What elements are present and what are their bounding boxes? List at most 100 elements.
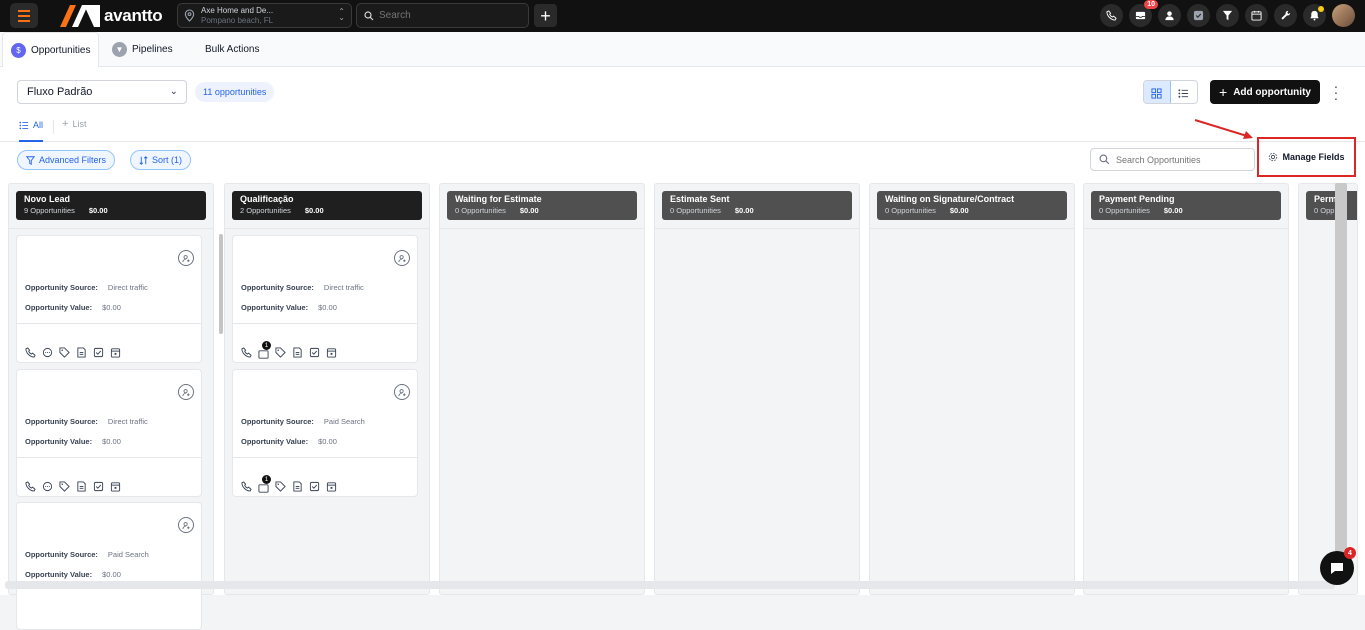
filter-funnel-icon[interactable]: [1216, 4, 1239, 27]
note-icon[interactable]: [292, 481, 303, 492]
tab-pipelines[interactable]: ▼ Pipelines: [112, 32, 173, 67]
annotation-arrow-icon: [1194, 119, 1253, 139]
advanced-filters-button[interactable]: Advanced Filters: [17, 150, 116, 170]
location-switcher[interactable]: Axe Home and De... Pompano beach, FL ⌃ ⌄: [177, 3, 352, 28]
unread-badge: 1: [262, 475, 271, 484]
opportunity-card[interactable]: Opportunity Source: Direct traffic Opport…: [16, 369, 202, 497]
chat-badge: 4: [1344, 547, 1356, 559]
column-scrollbar[interactable]: [219, 234, 223, 334]
subtab-all[interactable]: All: [19, 118, 44, 142]
quick-add-button[interactable]: +: [534, 4, 557, 27]
note-icon[interactable]: [292, 347, 303, 358]
tag-icon[interactable]: [275, 481, 286, 492]
opportunity-search[interactable]: [1090, 148, 1255, 171]
tab-opportunities[interactable]: $ Opportunities: [2, 32, 100, 67]
calendar-icon[interactable]: [1245, 4, 1268, 27]
message-icon[interactable]: [42, 347, 53, 358]
opportunity-card[interactable]: Opportunity Source: Paid Search Opportuni…: [16, 502, 202, 630]
manage-fields-button[interactable]: Manage Fields: [1257, 137, 1356, 177]
task-check-icon[interactable]: [1187, 4, 1210, 27]
funnel-icon: ▼: [112, 42, 127, 57]
phone-icon[interactable]: [241, 481, 252, 492]
column-value: $0.00: [949, 206, 969, 215]
message-icon[interactable]: [42, 481, 53, 492]
appointment-icon[interactable]: [110, 481, 121, 492]
task-icon[interactable]: [309, 347, 320, 358]
phone-icon[interactable]: [25, 481, 36, 492]
note-icon[interactable]: [76, 347, 87, 358]
kanban-board: Novo Lead 9 Opportunities $0.00 Opportuni…: [0, 183, 1365, 630]
plus-icon: +: [62, 118, 69, 130]
value-amount: $0.00: [318, 303, 337, 312]
view-toggle: [1143, 80, 1198, 104]
value-label: Opportunity Value:: [25, 437, 93, 446]
subtab-all-label: All: [33, 120, 44, 130]
note-icon[interactable]: [76, 481, 87, 492]
column-count: 0 Opportunities: [1099, 206, 1150, 215]
assign-user-icon[interactable]: [178, 517, 194, 533]
filter-icon: [26, 155, 35, 165]
source-label: Opportunity Source:: [241, 283, 314, 292]
list-view-button[interactable]: [1171, 81, 1197, 103]
assign-user-icon[interactable]: [178, 384, 194, 400]
wrench-icon[interactable]: [1274, 4, 1297, 27]
pipeline-select[interactable]: Fluxo Padrão ⌄: [17, 80, 187, 104]
source-value: Paid Search: [323, 417, 365, 426]
message-icon[interactable]: 1: [258, 341, 271, 359]
opportunity-card[interactable]: Opportunity Source: Direct traffic Opport…: [232, 235, 418, 363]
pipeline-column: Waiting on Signature/Contract 0 Opportun…: [869, 183, 1075, 595]
grid-view-button[interactable]: [1144, 81, 1171, 103]
more-options-icon[interactable]: · · ·: [1333, 79, 1339, 105]
opportunity-card[interactable]: Opportunity Source: Direct traffic Opport…: [16, 235, 202, 363]
value-label: Opportunity Value:: [25, 570, 93, 579]
tag-icon[interactable]: [59, 481, 70, 492]
message-icon[interactable]: 1: [258, 475, 271, 493]
task-icon[interactable]: [93, 481, 104, 492]
assign-user-icon[interactable]: [178, 250, 194, 266]
opportunity-card[interactable]: Opportunity Source: Paid Search Opportuni…: [232, 369, 418, 497]
chevron-down-icon: ⌄: [169, 86, 178, 97]
column-title: Novo Lead: [24, 194, 71, 204]
appointment-icon[interactable]: [326, 347, 337, 358]
user-icon[interactable]: [1158, 4, 1181, 27]
brand-logo[interactable]: avantto: [60, 5, 163, 27]
assign-user-icon[interactable]: [394, 384, 410, 400]
menu-button[interactable]: [10, 3, 38, 28]
inbox-icon[interactable]: 10: [1129, 0, 1158, 27]
sort-button[interactable]: Sort (1): [130, 150, 192, 170]
sort-label: Sort (1): [152, 155, 183, 165]
appointment-icon[interactable]: [326, 481, 337, 492]
tab-label: Bulk Actions: [205, 44, 260, 55]
location-city: Pompano beach, FL: [201, 15, 274, 25]
user-avatar[interactable]: [1332, 4, 1355, 27]
chevron-updown-icon: ⌃ ⌄: [338, 7, 345, 22]
column-count: 0 Opportunities: [670, 206, 721, 215]
board-vertical-scrollbar[interactable]: [1335, 183, 1347, 578]
bell-icon[interactable]: [1303, 4, 1326, 27]
source-label: Opportunity Source:: [241, 417, 314, 426]
global-search[interactable]: [356, 3, 529, 28]
board-horizontal-scrollbar[interactable]: [5, 581, 1335, 589]
task-icon[interactable]: [309, 481, 320, 492]
appointment-icon[interactable]: [110, 347, 121, 358]
tab-bulk-actions[interactable]: Bulk Actions: [205, 32, 259, 67]
phone-icon[interactable]: [25, 347, 36, 358]
add-opportunity-button[interactable]: + Add opportunity: [1210, 80, 1320, 104]
phone-icon[interactable]: [241, 347, 252, 358]
tag-icon[interactable]: [275, 347, 286, 358]
subtab-add-list[interactable]: + List: [62, 118, 86, 130]
column-title: Waiting for Estimate: [455, 194, 542, 204]
tag-icon[interactable]: [59, 347, 70, 358]
opportunity-search-input[interactable]: [1116, 154, 1246, 165]
phone-icon[interactable]: [1100, 4, 1123, 27]
dollar-icon: $: [11, 42, 26, 58]
column-value: $0.00: [734, 206, 754, 215]
task-icon[interactable]: [93, 347, 104, 358]
column-count: 0 Opp: [1314, 206, 1335, 215]
source-value: Paid Search: [107, 550, 149, 559]
tab-label: Opportunities: [31, 44, 91, 56]
subtab-list-label: List: [72, 119, 87, 129]
chat-widget-button[interactable]: 4: [1320, 547, 1356, 585]
global-search-input[interactable]: [379, 10, 519, 21]
assign-user-icon[interactable]: [394, 250, 410, 266]
